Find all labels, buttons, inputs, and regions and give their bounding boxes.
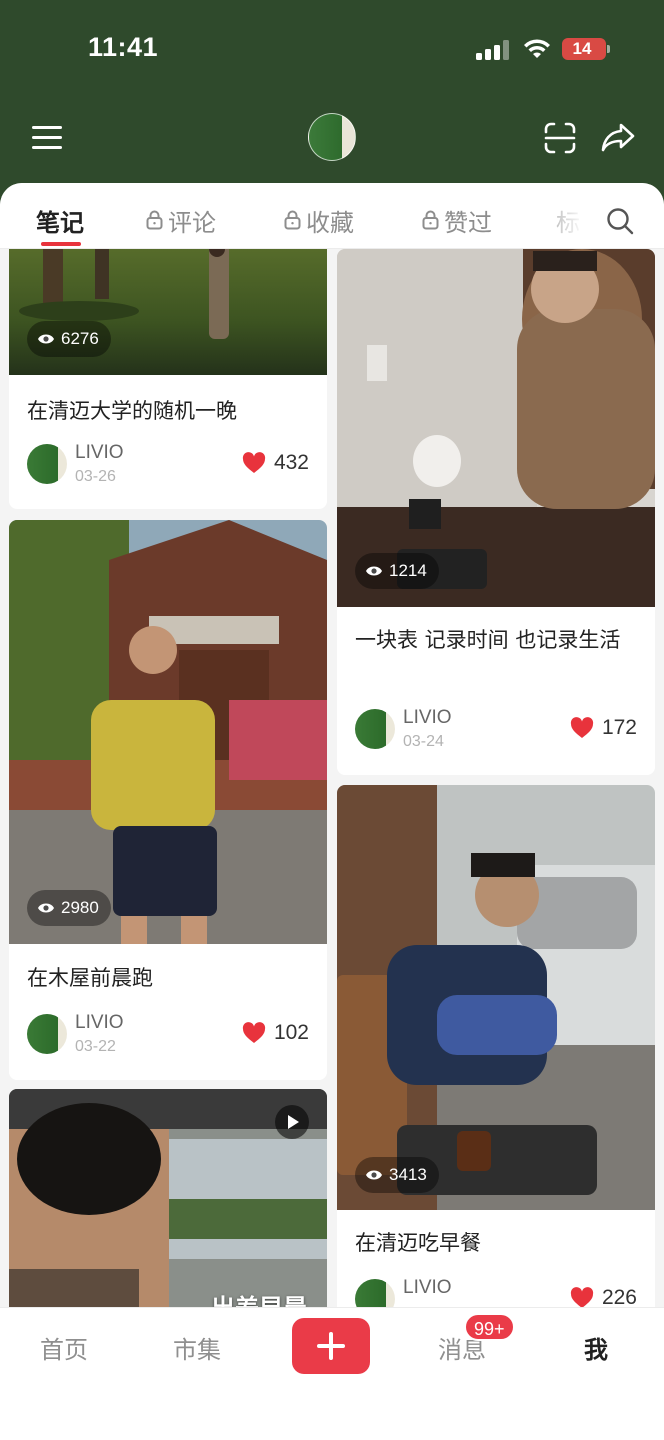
nav-home[interactable]: 首页: [40, 1330, 88, 1365]
note-date: 03-26: [75, 468, 116, 485]
author-avatar[interactable]: [27, 1014, 67, 1054]
heart-icon: [242, 452, 266, 473]
lock-icon: [284, 210, 301, 230]
like-button[interactable]: 172: [570, 716, 637, 740]
wifi-icon: [524, 39, 550, 58]
tab-comments-label: 评论: [168, 208, 216, 237]
lock-icon: [422, 210, 439, 230]
author-name[interactable]: LIVIO: [403, 1277, 452, 1299]
view-count: 3413: [389, 1165, 427, 1184]
play-icon: [275, 1105, 309, 1139]
lock-icon: [146, 210, 163, 230]
note-title: 在清迈大学的随机一晚: [27, 399, 237, 423]
note-photo: [9, 520, 327, 944]
like-count: 102: [273, 1021, 309, 1044]
author-avatar[interactable]: [355, 1279, 395, 1307]
add-post-button[interactable]: [292, 1318, 370, 1374]
view-count-badge: 1214: [355, 553, 439, 589]
view-count-badge: 6276: [27, 321, 111, 357]
tab-more[interactable]: 标: [556, 203, 580, 237]
status-bar: 11:41 14: [0, 0, 664, 100]
bottom-nav: 首页 市集 消息 99+ 我: [0, 1307, 664, 1440]
share-icon[interactable]: [600, 121, 636, 153]
heart-icon: [242, 1022, 266, 1043]
menu-icon[interactable]: [32, 124, 64, 152]
heart-icon: [570, 717, 594, 738]
author-name[interactable]: LIVIO: [75, 442, 124, 464]
eye-icon: [366, 1170, 382, 1180]
note-title: 一块表 记录时间 也记录生活: [355, 628, 621, 652]
nav-market[interactable]: 市集: [173, 1330, 221, 1365]
note-card[interactable]: 6276 在清迈大学的随机一晚 LIVIO 03-26 432: [9, 249, 327, 509]
tab-bar: 笔记 评论 收藏 赞过 标: [0, 183, 664, 249]
note-date: 03-24: [403, 733, 444, 750]
note-card[interactable]: 1214 一块表 记录时间 也记录生活 LIVIO 03-24 172: [337, 249, 655, 775]
eye-icon: [38, 903, 54, 913]
active-tab-indicator: [41, 242, 81, 246]
notes-feed: 6276 在清迈大学的随机一晚 LIVIO 03-26 432 1214 一块表…: [0, 249, 664, 1307]
view-count: 1214: [389, 561, 427, 580]
tab-more-label: 标: [556, 208, 580, 237]
author-avatar[interactable]: [355, 709, 395, 749]
author-avatar[interactable]: [27, 444, 67, 484]
nav-me[interactable]: 我: [584, 1330, 608, 1365]
view-count-badge: 3413: [355, 1157, 439, 1193]
tab-collections-label: 收藏: [306, 208, 354, 237]
scan-icon[interactable]: [543, 121, 577, 155]
tab-notes-label: 笔记: [36, 208, 84, 237]
tab-notes[interactable]: 笔记: [36, 203, 84, 237]
status-time: 11:41: [88, 32, 159, 62]
author-name[interactable]: LIVIO: [403, 707, 452, 729]
note-card[interactable]: 出差早晨: [9, 1089, 327, 1307]
note-card[interactable]: 3413 在清迈吃早餐 LIVIO 226: [337, 785, 655, 1307]
top-nav: [0, 100, 664, 184]
like-button[interactable]: 432: [242, 451, 309, 475]
note-title: 在清迈吃早餐: [355, 1231, 481, 1255]
tab-liked[interactable]: 赞过: [422, 203, 492, 237]
tab-collections[interactable]: 收藏: [284, 203, 354, 237]
search-icon[interactable]: [606, 207, 634, 235]
eye-icon: [38, 334, 54, 344]
like-button[interactable]: 102: [242, 1021, 309, 1045]
tab-liked-label: 赞过: [444, 208, 492, 237]
note-card[interactable]: 2980 在木屋前晨跑 LIVIO 03-22 102: [9, 520, 327, 1080]
view-count-badge: 2980: [27, 890, 111, 926]
heart-icon: [570, 1287, 594, 1307]
like-count: 432: [273, 451, 309, 474]
like-count: 172: [601, 716, 637, 739]
battery-level: 14: [572, 39, 592, 58]
profile-avatar[interactable]: [308, 113, 356, 161]
like-button[interactable]: 226: [570, 1286, 637, 1307]
note-date: 03-22: [75, 1038, 116, 1055]
view-count: 2980: [61, 898, 99, 917]
like-count: 226: [601, 1286, 637, 1307]
note-title: 在木屋前晨跑: [27, 966, 153, 990]
eye-icon: [366, 566, 382, 576]
tab-comments[interactable]: 评论: [146, 203, 216, 237]
messages-badge: 99+: [464, 1313, 515, 1341]
note-photo: [337, 785, 655, 1210]
battery-icon: 14: [562, 38, 610, 60]
video-overlay-text: 出差早晨: [211, 1288, 307, 1307]
author-name[interactable]: LIVIO: [75, 1012, 124, 1034]
profile-content: 笔记 评论 收藏 赞过 标 6276 在清迈大学的随机一晚 LIVIO 03-2…: [0, 183, 664, 1440]
view-count: 6276: [61, 329, 99, 348]
signal-icon: [476, 40, 509, 60]
